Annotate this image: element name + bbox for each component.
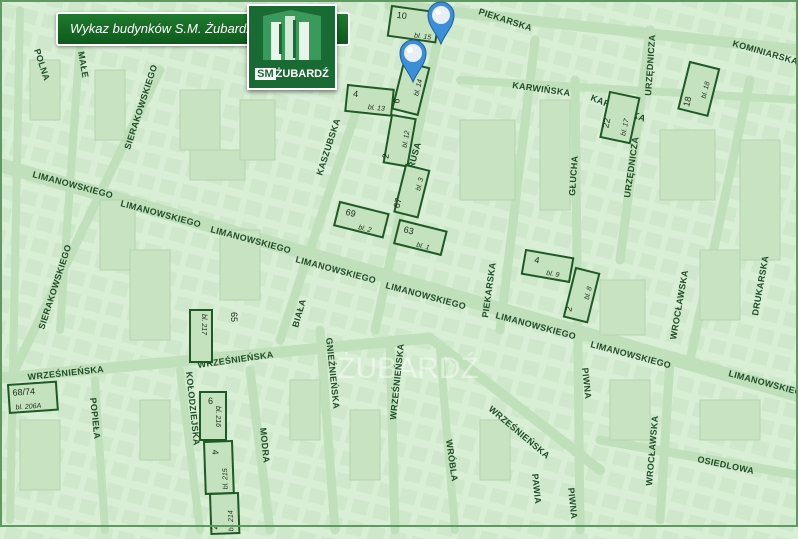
building-number: 4 xyxy=(210,449,220,454)
building-number: 10 xyxy=(396,10,407,21)
map-view[interactable]: ŻUBARDŹ POLNA MAŁE SIERAKOWSKIEGO SIERAK… xyxy=(0,0,798,539)
building-label: bl. 216 xyxy=(214,406,221,427)
building-68-74[interactable]: 68/74 bl. 206A xyxy=(6,380,59,414)
building-label: bl. 214 xyxy=(228,510,236,531)
map-marker-icon[interactable] xyxy=(398,38,428,84)
header-banner: Wykaz budynków S.M. Żubardź xyxy=(56,12,253,46)
building-label: bl. 215 xyxy=(222,468,230,489)
building-number: 22 xyxy=(601,117,613,129)
building-4-bl13[interactable]: 4 bl. 13 xyxy=(344,83,395,117)
logo-building-icon xyxy=(263,10,321,60)
building-label: bl. 217 xyxy=(200,314,207,336)
building-6-bl216[interactable]: 6 bl. 216 xyxy=(199,391,227,441)
logo[interactable]: SM ŻUBARDŹ xyxy=(247,4,337,90)
building-4-bl215[interactable]: 4 bl. 215 xyxy=(202,439,235,496)
logo-brand-bold: SM xyxy=(255,68,276,80)
building-number: 65 xyxy=(229,312,239,322)
logo-brand-rest: ŻUBARDŹ xyxy=(275,68,329,80)
logo-text: SM ŻUBARDŹ xyxy=(249,68,335,80)
building-number: 6 xyxy=(208,396,213,406)
building-2-bl214[interactable]: 2 bl. 214 xyxy=(208,491,241,536)
watermark-text: ŻUBARDŹ xyxy=(337,352,479,385)
header-title: Wykaz budynków S.M. Żubardź xyxy=(70,21,253,36)
map-marker-icon[interactable] xyxy=(426,0,456,46)
building-number: 4 xyxy=(353,89,359,99)
building-number: 68/74 xyxy=(12,386,35,398)
